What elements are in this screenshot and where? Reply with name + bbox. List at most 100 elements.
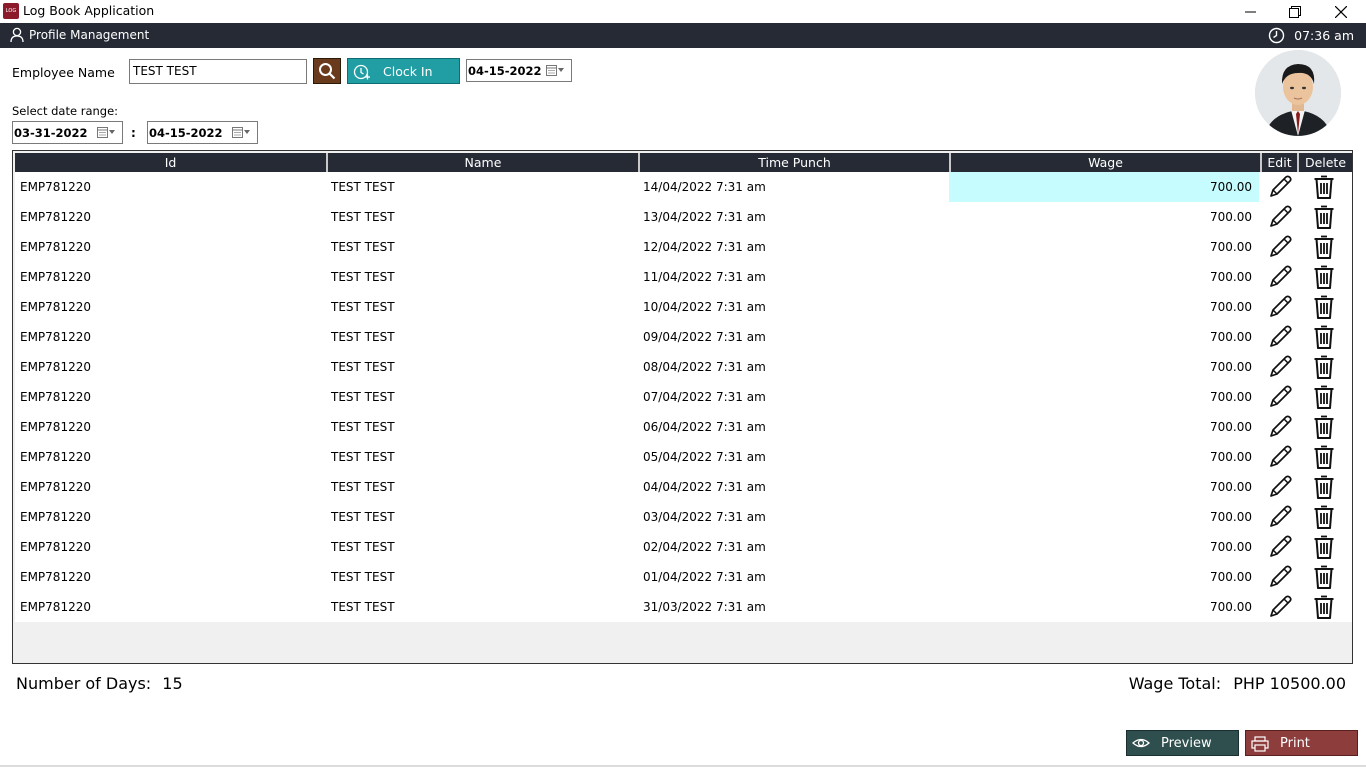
cell-wage[interactable]: 700.00: [949, 202, 1259, 232]
cell-time-punch: 01/04/2022 7:31 am: [643, 570, 766, 584]
wage-total-label: Wage Total:: [1128, 674, 1222, 693]
cell-wage[interactable]: 700.00: [949, 442, 1259, 472]
cell-wage[interactable]: 700.00: [949, 322, 1259, 352]
clock-date-value: 04-15-2022: [468, 64, 542, 78]
delete-button[interactable]: [1307, 352, 1341, 382]
employee-name-input[interactable]: TEST TEST: [129, 59, 307, 84]
column-header-time-punch[interactable]: Time Punch: [638, 153, 949, 172]
profile-management-link[interactable]: Profile Management: [10, 27, 149, 43]
edit-button[interactable]: [1263, 532, 1297, 562]
cell-wage[interactable]: 700.00: [949, 472, 1259, 502]
table-row[interactable]: EMP781220 TEST TEST 05/04/2022 7:31 am 700.…: [15, 442, 1352, 472]
cell-wage[interactable]: 700.00: [949, 292, 1259, 322]
delete-button[interactable]: [1307, 172, 1341, 202]
column-header-id[interactable]: Id: [15, 153, 326, 172]
date-range-label: Select date range:: [12, 104, 119, 118]
delete-button[interactable]: [1307, 232, 1341, 262]
delete-button[interactable]: [1307, 502, 1341, 532]
eye-icon: [1132, 738, 1150, 748]
pencil-icon: [1267, 414, 1293, 440]
table-row[interactable]: EMP781220 TEST TEST 13/04/2022 7:31 am 700.…: [15, 202, 1352, 232]
range-from-picker[interactable]: 03-31-2022: [12, 121, 123, 144]
edit-button[interactable]: [1263, 292, 1297, 322]
print-button[interactable]: Print: [1245, 730, 1358, 756]
edit-button[interactable]: [1263, 382, 1297, 412]
delete-button[interactable]: [1307, 472, 1341, 502]
clock-in-button[interactable]: Clock In: [347, 58, 460, 84]
cell-wage-value: 700.00: [1210, 480, 1252, 494]
user-icon: [10, 27, 24, 43]
close-button[interactable]: [1318, 0, 1364, 23]
delete-button[interactable]: [1307, 202, 1341, 232]
edit-button[interactable]: [1263, 202, 1297, 232]
cell-wage[interactable]: 700.00: [949, 562, 1259, 592]
table-row[interactable]: EMP781220 TEST TEST 31/03/2022 7:31 am 700.…: [15, 592, 1352, 622]
pencil-icon: [1267, 174, 1293, 200]
delete-button[interactable]: [1307, 412, 1341, 442]
preview-button[interactable]: Preview: [1126, 730, 1239, 756]
table-row[interactable]: EMP781220 TEST TEST 14/04/2022 7:31 am 700.…: [15, 172, 1352, 202]
cell-wage[interactable]: 700.00: [949, 172, 1259, 202]
cell-time-punch: 11/04/2022 7:31 am: [643, 270, 766, 284]
delete-button[interactable]: [1307, 592, 1341, 622]
cell-wage[interactable]: 700.00: [949, 262, 1259, 292]
trash-icon: [1313, 324, 1335, 350]
cell-wage[interactable]: 700.00: [949, 232, 1259, 262]
edit-button[interactable]: [1263, 352, 1297, 382]
printer-icon: [1251, 736, 1269, 752]
cell-time-punch: 03/04/2022 7:31 am: [643, 510, 766, 524]
cell-wage[interactable]: 700.00: [949, 352, 1259, 382]
delete-button[interactable]: [1307, 292, 1341, 322]
profile-bar: Profile Management 07:36 am: [0, 23, 1366, 48]
delete-button[interactable]: [1307, 262, 1341, 292]
cell-id: EMP781220: [20, 210, 91, 224]
edit-button[interactable]: [1263, 562, 1297, 592]
delete-button[interactable]: [1307, 532, 1341, 562]
app-logo-icon: LOG: [3, 3, 19, 19]
cell-wage[interactable]: 700.00: [949, 502, 1259, 532]
range-to-picker[interactable]: 04-15-2022: [147, 121, 258, 144]
table-row[interactable]: EMP781220 TEST TEST 09/04/2022 7:31 am 700.…: [15, 322, 1352, 352]
edit-button[interactable]: [1263, 442, 1297, 472]
column-header-edit[interactable]: Edit: [1260, 153, 1297, 172]
table-row[interactable]: EMP781220 TEST TEST 07/04/2022 7:31 am 700.…: [15, 382, 1352, 412]
cell-wage-value: 700.00: [1210, 420, 1252, 434]
table-row[interactable]: EMP781220 TEST TEST 03/04/2022 7:31 am 700.…: [15, 502, 1352, 532]
cell-wage[interactable]: 700.00: [949, 382, 1259, 412]
column-header-delete[interactable]: Delete: [1297, 153, 1352, 172]
edit-button[interactable]: [1263, 472, 1297, 502]
table-row[interactable]: EMP781220 TEST TEST 12/04/2022 7:31 am 700.…: [15, 232, 1352, 262]
edit-button[interactable]: [1263, 502, 1297, 532]
table-row[interactable]: EMP781220 TEST TEST 10/04/2022 7:31 am 700.…: [15, 292, 1352, 322]
cell-wage[interactable]: 700.00: [949, 412, 1259, 442]
table-row[interactable]: EMP781220 TEST TEST 04/04/2022 7:31 am 700.…: [15, 472, 1352, 502]
cell-id: EMP781220: [20, 300, 91, 314]
cell-id: EMP781220: [20, 540, 91, 554]
table-row[interactable]: EMP781220 TEST TEST 11/04/2022 7:31 am 700.…: [15, 262, 1352, 292]
search-button[interactable]: [313, 58, 341, 84]
edit-button[interactable]: [1263, 592, 1297, 622]
delete-button[interactable]: [1307, 442, 1341, 472]
minimize-button[interactable]: [1227, 0, 1273, 23]
delete-button[interactable]: [1307, 562, 1341, 592]
cell-wage-value: 700.00: [1210, 210, 1252, 224]
column-header-wage[interactable]: Wage: [949, 153, 1260, 172]
delete-button[interactable]: [1307, 322, 1341, 352]
edit-button[interactable]: [1263, 412, 1297, 442]
edit-button[interactable]: [1263, 232, 1297, 262]
table-row[interactable]: EMP781220 TEST TEST 08/04/2022 7:31 am 700.…: [15, 352, 1352, 382]
table-row[interactable]: EMP781220 TEST TEST 02/04/2022 7:31 am 700.…: [15, 532, 1352, 562]
edit-button[interactable]: [1263, 322, 1297, 352]
edit-button[interactable]: [1263, 262, 1297, 292]
cell-id: EMP781220: [20, 450, 91, 464]
table-row[interactable]: EMP781220 TEST TEST 06/04/2022 7:31 am 700.…: [15, 412, 1352, 442]
edit-button[interactable]: [1263, 172, 1297, 202]
cell-wage[interactable]: 700.00: [949, 592, 1259, 622]
trash-icon: [1313, 564, 1335, 590]
cell-wage[interactable]: 700.00: [949, 532, 1259, 562]
delete-button[interactable]: [1307, 382, 1341, 412]
table-row[interactable]: EMP781220 TEST TEST 01/04/2022 7:31 am 700.…: [15, 562, 1352, 592]
clock-date-picker[interactable]: 04-15-2022: [466, 59, 572, 82]
column-header-name[interactable]: Name: [326, 153, 638, 172]
restore-button[interactable]: [1272, 0, 1318, 23]
